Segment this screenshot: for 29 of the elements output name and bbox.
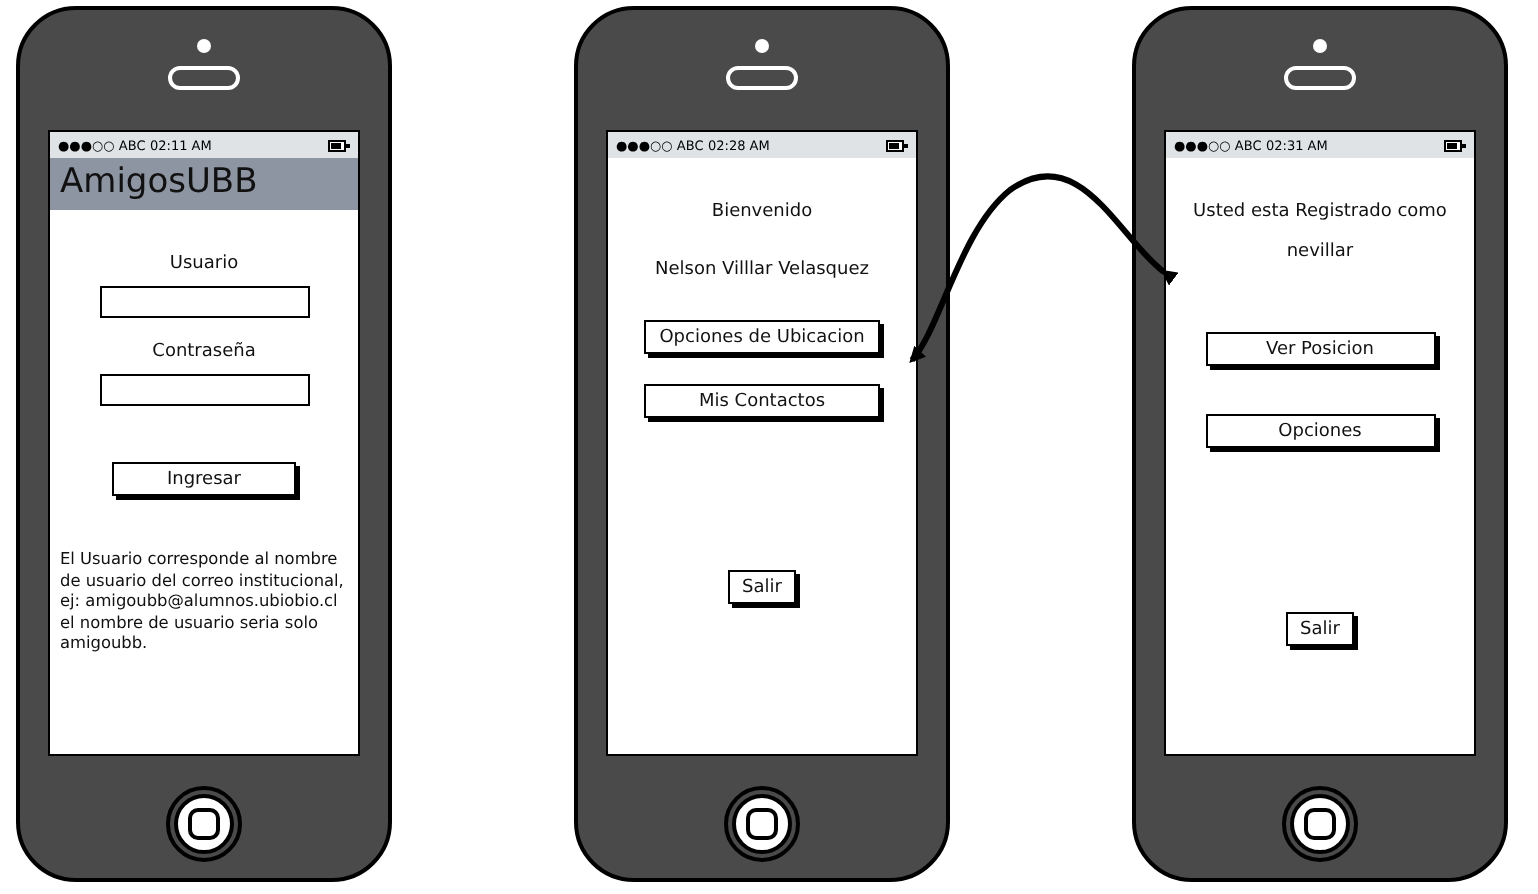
speaker-icon [726, 66, 798, 90]
home-button-icon [1280, 784, 1360, 864]
screen-button[interactable]: Opciones de Ubicacion [644, 320, 880, 354]
exit-button[interactable]: Salir [728, 570, 796, 604]
battery-icon [886, 139, 908, 151]
battery-icon [328, 139, 350, 151]
help-text: El Usuario corresponde al nombre de usuario del correo institucional, ej: amigoubb@alumnos.ubiobio.cl el nombre de usuario seria solo amigoubb. [58, 548, 346, 653]
screen-button[interactable]: Ingresar [112, 462, 296, 496]
screen-label: Contraseña [152, 342, 256, 362]
speaker-icon [1284, 66, 1356, 90]
camera-icon [196, 38, 212, 54]
screen-label: Nelson Villlar Velasquez [655, 260, 869, 280]
input-field[interactable] [99, 286, 309, 318]
app-title: AmigosUBB [50, 158, 358, 210]
battery-icon [1444, 139, 1466, 151]
screen-button[interactable]: Ver Posicion [1205, 332, 1435, 366]
input-field[interactable] [99, 374, 309, 406]
home-button-icon [722, 784, 802, 864]
home-button-icon [164, 784, 244, 864]
speaker-icon [168, 66, 240, 90]
camera-icon [754, 38, 770, 54]
screen-label: Usted esta Registrado como [1193, 202, 1447, 222]
screen-label: Usuario [169, 254, 239, 274]
screen-label: nevillar [1286, 242, 1354, 262]
camera-icon [1312, 38, 1328, 54]
screen-label: Bienvenido [711, 202, 813, 222]
exit-button[interactable]: Salir [1286, 612, 1354, 646]
screen-button[interactable]: Mis Contactos [644, 384, 880, 418]
screen-button[interactable]: Opciones [1205, 414, 1435, 448]
